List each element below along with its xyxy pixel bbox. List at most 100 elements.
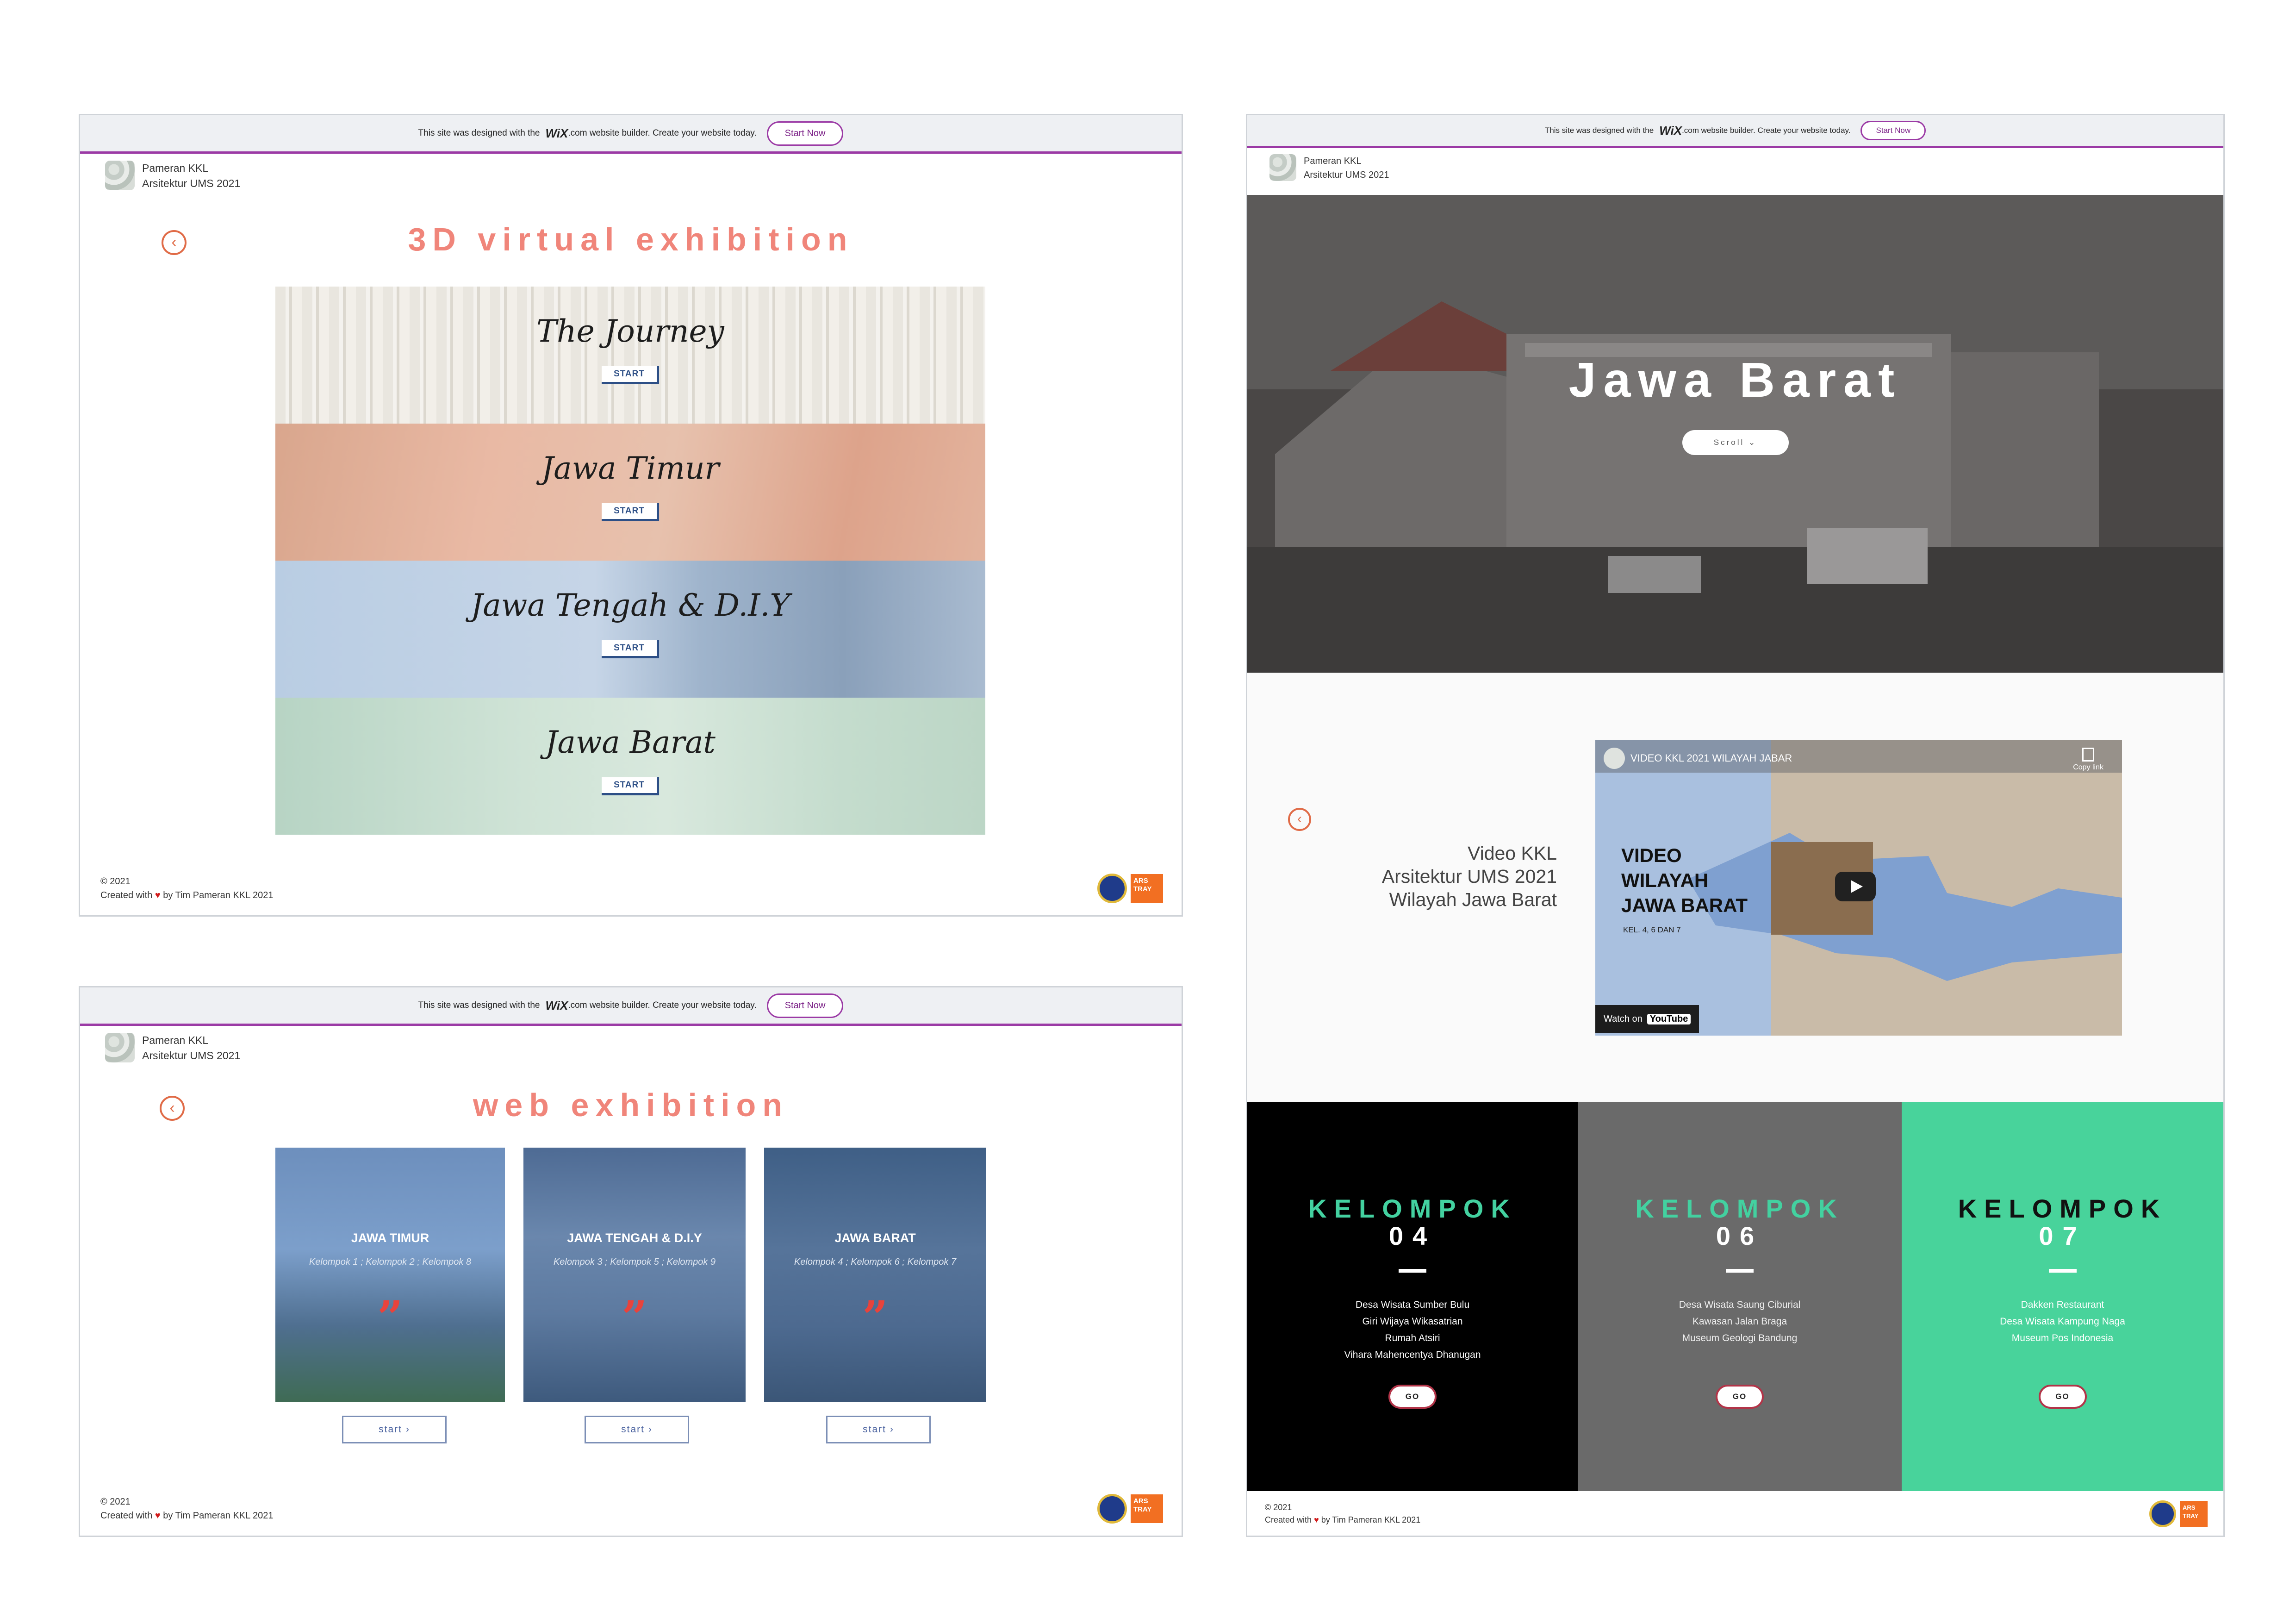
footer-badges: ARS TRAY [2149, 1500, 2208, 1527]
youtube-video-embed[interactable]: VIDEO KKL 2021 WILAYAH JABAR Copy link V… [1595, 740, 2122, 1036]
site-name[interactable]: Pameran KKL Arsitektur UMS 2021 [142, 1033, 240, 1063]
start-button-jawa-barat[interactable]: start › [826, 1416, 931, 1443]
ars-tray-logo: ARS TRAY [1131, 874, 1163, 903]
heart-icon: ♥ [1314, 1515, 1319, 1524]
web-card-title: JAWA TIMUR [351, 1231, 429, 1245]
copy-link-button[interactable]: Copy link [2073, 748, 2103, 772]
watch-on-label: Watch on [1604, 1013, 1643, 1024]
go-button-04[interactable]: GO [1388, 1385, 1437, 1409]
start-button-jawa-tengah[interactable]: START [602, 640, 659, 658]
video-overlay-title: VIDEO WILAYAH JAWA BARAT [1621, 843, 1748, 918]
footer-credit: Created with ♥ by Tim Pameran KKL 2021 [100, 888, 274, 902]
footer-created-prefix: Created with [100, 1511, 153, 1521]
jawa-tengah-background-image [275, 561, 985, 698]
jawa-timur-background-image [275, 424, 985, 561]
site-logo[interactable] [105, 1033, 135, 1062]
site-header[interactable]: Pameran KKL Arsitektur UMS 2021 [105, 1033, 240, 1063]
wix-banner-text-2: .com website builder. Create your websit… [568, 128, 757, 138]
video-description-line1: Video KKL [1467, 843, 1557, 864]
wix-logo[interactable]: WiX [1659, 124, 1682, 138]
kelompok-grid: KELOMPOK 04 Desa Wisata Sumber Bulu Giri… [1247, 1102, 2223, 1491]
footer-credit: Created with ♥ by Tim Pameran KKL 2021 [1265, 1514, 1420, 1526]
wix-banner: This site was designed with the WiX .com … [1247, 115, 2223, 148]
footer-created-prefix: Created with [1265, 1515, 1312, 1524]
kelompok-card-07: KELOMPOK 07 Dakken Restaurant Desa Wisat… [1902, 1102, 2223, 1491]
start-now-button[interactable]: Start Now [1860, 121, 1926, 140]
kelompok-number: 06 [1716, 1221, 1764, 1250]
jawa-barat-background-image [275, 698, 985, 835]
start-button-jawa-tengah[interactable]: start › [585, 1416, 689, 1443]
site-name-line1: Pameran KKL [142, 1034, 209, 1046]
start-button-jawa-timur[interactable]: start › [342, 1416, 447, 1443]
footer-created-suffix: by Tim Pameran KKL 2021 [1321, 1515, 1421, 1524]
video-overlay-subtitle: KEL. 4, 6 DAN 7 [1623, 925, 1681, 934]
web-exhibition-page: This site was designed with the WiX .com … [79, 986, 1183, 1537]
web-card-jawa-timur[interactable]: JAWA TIMUR Kelompok 1 ; Kelompok 2 ; Kel… [275, 1148, 505, 1402]
back-arrow-icon[interactable]: ‹ [1288, 808, 1311, 831]
kelompok-number: 07 [2039, 1221, 2086, 1250]
university-seal-icon [1097, 1494, 1127, 1524]
kelompok-destinations: Desa Wisata Sumber Bulu Giri Wijaya Wika… [1247, 1297, 1578, 1363]
footer: © 2021 Created with ♥ by Tim Pameran KKL… [100, 874, 274, 902]
destination-item: Dakken Restaurant [2021, 1299, 2104, 1310]
web-card-subtitle: Kelompok 3 ; Kelompok 5 ; Kelompok 9 [553, 1257, 716, 1267]
jawa-barat-photo [764, 1148, 986, 1402]
video-section: ‹ Video KKL Arsitektur UMS 2021 Wilayah … [1247, 673, 2223, 1102]
destination-item: Giri Wijaya Wikasatrian [1362, 1316, 1463, 1327]
site-header[interactable]: Pameran KKL Arsitektur UMS 2021 [1269, 154, 1389, 182]
hero-title: Jawa Barat [1568, 353, 1902, 407]
journey-background-image [275, 287, 985, 424]
watch-on-youtube-button[interactable]: Watch on YouTube [1595, 1005, 1699, 1033]
exhibition-strip-jawa-timur[interactable]: Jawa Timur START [275, 424, 985, 561]
start-button-jawa-barat[interactable]: START [602, 777, 659, 795]
start-now-button[interactable]: Start Now [766, 121, 844, 146]
exhibition-title-journey: The Journey [536, 313, 724, 349]
web-card-jawa-tengah[interactable]: JAWA TENGAH & D.I.Y Kelompok 3 ; Kelompo… [523, 1148, 746, 1402]
wix-logo[interactable]: WiX [545, 126, 568, 141]
go-button-07[interactable]: GO [2038, 1385, 2087, 1409]
page-title: 3D virtual exhibition [408, 221, 854, 257]
scroll-button[interactable]: Scroll ⌄ [1682, 430, 1789, 455]
video-header: VIDEO KKL 2021 WILAYAH JABAR [1604, 748, 1792, 769]
play-triangle-icon [1851, 880, 1863, 893]
wix-logo[interactable]: WiX [545, 999, 568, 1013]
wix-banner-text: This site was designed with the [418, 128, 540, 138]
start-now-button[interactable]: Start Now [766, 993, 844, 1018]
site-name-line2: Arsitektur UMS 2021 [1304, 170, 1389, 180]
play-button-icon[interactable] [1835, 872, 1876, 901]
go-button-06[interactable]: GO [1716, 1385, 1764, 1409]
quote-icon: ” [862, 1291, 888, 1343]
ars-tray-logo: ARS TRAY [2180, 1501, 2208, 1527]
footer-badges: ARS TRAY [1097, 1494, 1163, 1524]
channel-avatar[interactable] [1604, 748, 1625, 769]
kelompok-card-06: KELOMPOK 06 Desa Wisata Saung Ciburial K… [1578, 1102, 1902, 1491]
web-card-subtitle: Kelompok 1 ; Kelompok 2 ; Kelompok 8 [309, 1257, 472, 1267]
footer-badges: ARS TRAY [1097, 874, 1163, 903]
start-button-journey[interactable]: START [602, 366, 659, 384]
ars-tray-logo: ARS TRAY [1131, 1494, 1163, 1523]
footer-year: © 2021 [100, 876, 131, 887]
kelompok-card-04: KELOMPOK 04 Desa Wisata Sumber Bulu Giri… [1247, 1102, 1578, 1491]
university-seal-icon [2149, 1500, 2176, 1527]
divider [2048, 1269, 2077, 1273]
quote-icon: ” [377, 1291, 403, 1343]
site-logo[interactable] [105, 161, 135, 190]
start-button-jawa-timur[interactable]: START [602, 503, 659, 521]
site-name[interactable]: Pameran KKL Arsitektur UMS 2021 [142, 161, 240, 191]
exhibition-strip-jawa-barat[interactable]: Jawa Barat START [275, 698, 985, 835]
exhibition-strip-journey[interactable]: The Journey START [275, 287, 985, 424]
site-header[interactable]: Pameran KKL Arsitektur UMS 2021 [105, 161, 240, 191]
kelompok-title: KELOMPOK [1308, 1194, 1517, 1223]
destination-item: Desa Wisata Kampung Naga [2000, 1316, 2125, 1327]
web-card-title: JAWA TENGAH & D.I.Y [567, 1231, 702, 1245]
web-card-jawa-barat[interactable]: JAWA BARAT Kelompok 4 ; Kelompok 6 ; Kel… [764, 1148, 986, 1402]
video-title[interactable]: VIDEO KKL 2021 WILAYAH JABAR [1630, 752, 1792, 764]
exhibition-strip-jawa-tengah[interactable]: Jawa Tengah & D.I.Y START [275, 561, 985, 698]
video-overlay-line1: VIDEO [1621, 844, 1682, 866]
destination-item: Vihara Mahencentya Dhanugan [1344, 1349, 1481, 1360]
wix-banner: This site was designed with the WiX .com … [80, 987, 1182, 1026]
quote-icon: ” [622, 1291, 647, 1343]
site-logo[interactable] [1269, 154, 1296, 181]
wix-banner-text: This site was designed with the [1544, 126, 1654, 135]
site-name[interactable]: Pameran KKL Arsitektur UMS 2021 [1304, 154, 1389, 182]
